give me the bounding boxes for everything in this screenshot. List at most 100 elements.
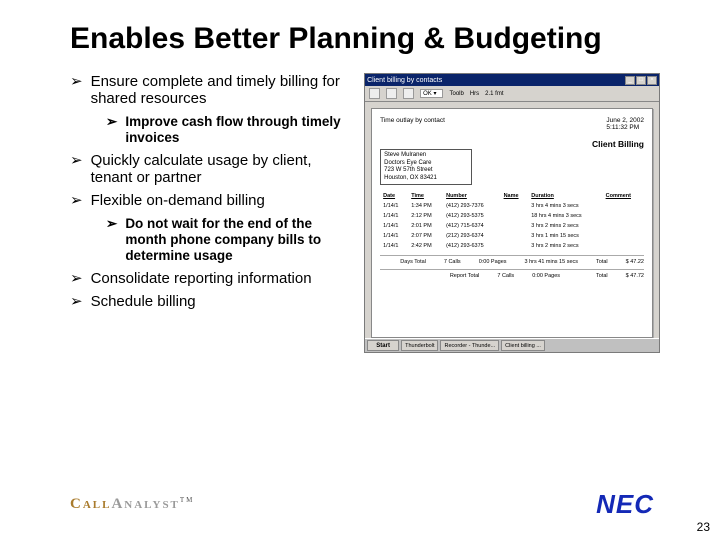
day-total-row: Days Total 7 Calls 0:00 Pages 3 hrs 41 m…	[380, 259, 644, 265]
task-button[interactable]: Recorder - Thunde...	[440, 340, 499, 351]
footer: CallAnalystTM NEC	[0, 489, 720, 520]
bullet-text: Schedule billing	[91, 293, 347, 310]
col-time: Time	[408, 191, 443, 201]
window-toolbar: OK ▾ Toolb Hrs 2.1 fmt	[365, 86, 659, 102]
report-total-row: Report Total 7 Calls 0:00 Pages Total $ …	[380, 273, 644, 279]
taskbar: Start Thunderbolt Recorder - Thunde... C…	[365, 338, 659, 352]
col-comment: Comment	[603, 191, 644, 201]
callanalyst-logo: CallAnalystTM	[70, 496, 194, 513]
table-cell	[603, 231, 644, 241]
table-cell: 3 hrs 4 mins 3 secs	[528, 201, 602, 211]
report-page: Time outlay by contact June 2, 2002 5:11…	[371, 108, 653, 338]
table-cell: 1:34 PM	[408, 201, 443, 211]
toolbar-print-icon[interactable]	[369, 88, 380, 99]
table-cell: 2:01 PM	[408, 221, 443, 231]
sub-bullet-text: Improve cash flow through timely invoice…	[125, 114, 346, 146]
bullet-text: Consolidate reporting information	[91, 270, 347, 287]
divider	[380, 269, 644, 270]
sub-bullet-text: Do not wait for the end of the month pho…	[125, 216, 346, 265]
report-title: Client Billing	[380, 139, 644, 149]
toolbar-label: Hrs	[470, 91, 479, 97]
bullet-item: ➢ Schedule billing	[70, 293, 346, 310]
table-cell: (412) 715-6374	[443, 221, 500, 231]
bullet-list: ➢ Ensure complete and timely billing for…	[70, 73, 346, 353]
table-row: 1/14/12:01 PM(412) 715-6374 3 hrs 2 mins …	[380, 221, 644, 231]
bullet-item: ➢ Quickly calculate usage by client, ten…	[70, 152, 346, 187]
task-button[interactable]: Thunderbolt	[401, 340, 438, 351]
col-number: Number	[443, 191, 500, 201]
client-line: 723 W 57th Street	[384, 167, 468, 175]
bullet-text: Flexible on-demand billing	[91, 192, 347, 209]
table-cell: (212) 293-6374	[443, 231, 500, 241]
slide: Enables Better Planning & Budgeting ➢ En…	[0, 0, 720, 540]
table-cell: (412) 293-5375	[443, 211, 500, 221]
chevron-icon: ➢	[70, 293, 83, 310]
toolbar-select[interactable]: OK ▾	[420, 89, 443, 98]
maximize-icon[interactable]: □	[636, 76, 646, 85]
toolbar-cut-icon[interactable]	[403, 88, 414, 99]
table-cell: 3 hrs 1 min 15 secs	[528, 231, 602, 241]
table-cell: 1/14/1	[380, 211, 408, 221]
table-cell	[501, 221, 529, 231]
nec-logo: NEC	[596, 489, 654, 520]
toolbar-label: 2.1 fmt	[485, 91, 503, 97]
divider	[380, 255, 644, 256]
report-head-right: June 2, 2002 5:11:32 PM	[606, 117, 644, 131]
report-head-left: Time outlay by contact	[380, 117, 445, 131]
table-cell	[501, 241, 529, 251]
col-date: Date	[380, 191, 408, 201]
start-button[interactable]: Start	[367, 340, 399, 351]
chevron-icon: ➢	[106, 216, 117, 265]
client-box: Steve Mulranen Doctors Eye Care 723 W 57…	[380, 149, 472, 185]
col-name: Name	[501, 191, 529, 201]
chevron-icon: ➢	[106, 114, 117, 146]
window-title: Client billing by contacts	[367, 77, 442, 84]
table-cell: 1/14/1	[380, 201, 408, 211]
sub-bullet-item: ➢ Do not wait for the end of the month p…	[106, 216, 346, 265]
close-icon[interactable]: ×	[647, 76, 657, 85]
table-row: 1/14/12:12 PM(412) 293-5375 18 hrs 4 mins…	[380, 211, 644, 221]
table-cell: 3 hrs 2 mins 2 secs	[528, 241, 602, 251]
table-cell	[603, 201, 644, 211]
table-cell	[501, 231, 529, 241]
table-cell	[501, 201, 529, 211]
table-cell	[603, 241, 644, 251]
table-cell: 2:07 PM	[408, 231, 443, 241]
slide-title: Enables Better Planning & Budgeting	[70, 22, 660, 55]
client-line: Steve Mulranen	[384, 152, 468, 160]
window-buttons: _ □ ×	[625, 76, 657, 85]
minimize-icon[interactable]: _	[625, 76, 635, 85]
bullet-text: Quickly calculate usage by client, tenan…	[91, 152, 347, 187]
task-button[interactable]: Client billing ...	[501, 340, 545, 351]
report-header: Time outlay by contact June 2, 2002 5:11…	[380, 117, 644, 131]
bullet-item: ➢ Flexible on-demand billing	[70, 192, 346, 209]
col-duration: Duration	[528, 191, 602, 201]
table-cell: 2:42 PM	[408, 241, 443, 251]
table-cell: 18 hrs 4 mins 3 secs	[528, 211, 602, 221]
bullet-item: ➢ Ensure complete and timely billing for…	[70, 73, 346, 108]
client-line: Doctors Eye Care	[384, 160, 468, 168]
client-line: Houston, OX 83421	[384, 175, 468, 183]
table-cell	[501, 211, 529, 221]
chevron-icon: ➢	[70, 192, 83, 209]
table-row: 1/14/12:07 PM(212) 293-6374 3 hrs 1 min 1…	[380, 231, 644, 241]
table-cell	[603, 221, 644, 231]
table-cell: 1/14/1	[380, 221, 408, 231]
table-cell: (412) 293-7376	[443, 201, 500, 211]
table-cell: 1/14/1	[380, 231, 408, 241]
toolbar-zoom-icon[interactable]	[386, 88, 397, 99]
page-number: 23	[697, 520, 710, 534]
report-table: Date Time Number Name Duration Comment 1…	[380, 191, 644, 251]
table-cell: 2:12 PM	[408, 211, 443, 221]
chevron-icon: ➢	[70, 73, 83, 108]
chevron-icon: ➢	[70, 270, 83, 287]
toolbar-label: Toolb	[449, 91, 463, 97]
chevron-icon: ➢	[70, 152, 83, 187]
table-cell: 3 hrs 2 mins 2 secs	[528, 221, 602, 231]
table-cell	[603, 211, 644, 221]
content-row: ➢ Ensure complete and timely billing for…	[70, 73, 660, 353]
table-cell: 1/14/1	[380, 241, 408, 251]
table-row: 1/14/12:42 PM(412) 293-6375 3 hrs 2 mins …	[380, 241, 644, 251]
sub-bullet-item: ➢ Improve cash flow through timely invoi…	[106, 114, 346, 146]
table-cell: (412) 293-6375	[443, 241, 500, 251]
